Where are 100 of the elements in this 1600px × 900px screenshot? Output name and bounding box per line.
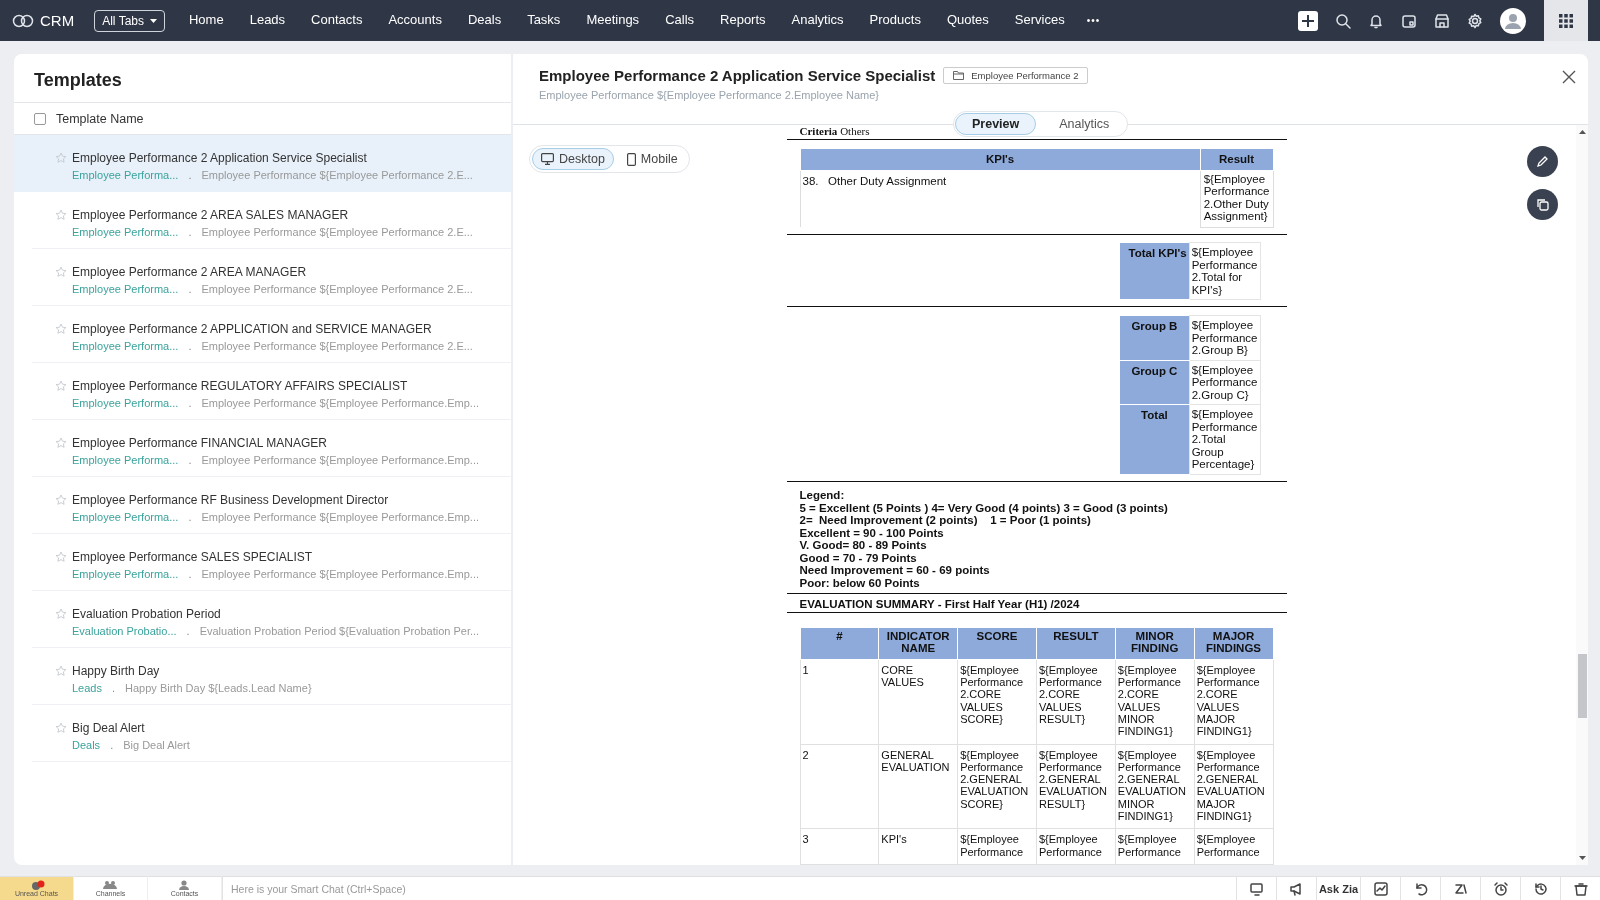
history-icon[interactable]: [1532, 880, 1549, 897]
bell-icon[interactable]: [1368, 12, 1384, 29]
nav-tab[interactable]: Tasks: [527, 9, 561, 32]
close-icon[interactable]: [1562, 70, 1576, 84]
subject-text: Employee Performance ${Employee Performance 2.E...: [201, 340, 473, 352]
screen-icon[interactable]: [1248, 880, 1265, 897]
nav-tab[interactable]: Deals: [467, 9, 502, 32]
section-title: EVALUATION SUMMARY - First Half Year (H1) /2024: [798, 598, 1081, 611]
template-item[interactable]: Employee Performance 2 AREA MANAGER Employee Performa... . Employee Performance ${Employee Performance 2.E...: [32, 249, 511, 306]
column-header: MINOR FINDING: [1115, 627, 1195, 660]
separator-dot: .: [188, 568, 192, 580]
scrollbar-thumb[interactable]: [1577, 654, 1587, 718]
select-all-checkbox[interactable]: [34, 112, 46, 125]
template-title: Employee Performance 2 Application Service Specialist: [539, 67, 936, 84]
column-header: KPI's: [800, 148, 1201, 171]
separator-dot: .: [188, 226, 192, 238]
nav-tab[interactable]: Reports: [720, 9, 766, 32]
nav-tab[interactable]: Services: [1014, 9, 1065, 32]
view-tab[interactable]: Analytics: [1042, 113, 1127, 135]
apps-button[interactable]: [1544, 0, 1588, 41]
chart-icon[interactable]: [1372, 880, 1389, 897]
nav-tab[interactable]: Products: [869, 9, 921, 32]
alarm-icon[interactable]: [1492, 880, 1509, 897]
subject-text: Evaluation Probation Period ${Evaluation Probation Per...: [199, 625, 480, 637]
nav-tab[interactable]: Calls: [665, 9, 695, 32]
template-name: Employee Performance RF Business Development Director: [72, 493, 390, 507]
table-cell: ${Employee Performance 2.CORE VALUES MAJOR FINDING1}: [1194, 659, 1273, 745]
ask-zia-button[interactable]: Ask Zia: [1316, 876, 1360, 900]
folder-icon: [953, 71, 965, 80]
subject-text: Employee Performance ${Employee Performance.Emp...: [201, 454, 479, 466]
table-cell: ${Employee Performance 2.Total for KPI's}: [1189, 242, 1260, 300]
template-item[interactable]: Employee Performance REGULATORY AFFAIRS SPECIALIST Employee Performa... . Employee Performance ${Employee Performance.Emp...: [32, 363, 511, 420]
star-icon[interactable]: [55, 608, 67, 620]
template-item[interactable]: Big Deal Alert Deals . Big Deal Alert: [32, 705, 511, 762]
device-tab[interactable]: Mobile: [617, 148, 687, 170]
calendar-icon[interactable]: [1401, 12, 1417, 29]
more-button[interactable]: •••: [1086, 15, 1101, 26]
scrollbar[interactable]: [1576, 125, 1588, 865]
star-icon[interactable]: [55, 551, 67, 563]
legend-line: V. Good= 80 - 89 Points: [799, 539, 928, 552]
device-tab[interactable]: Desktop: [532, 148, 614, 170]
table-cell: GENERAL EVALUATION: [878, 744, 958, 829]
view-tab[interactable]: Preview: [955, 113, 1037, 135]
settings-icon[interactable]: [1467, 12, 1483, 29]
template-item[interactable]: Happy Birth Day Leads . Happy Birth Day ${Leads.Lead Name}: [32, 648, 511, 705]
star-icon[interactable]: [55, 209, 67, 221]
star-icon[interactable]: [55, 722, 67, 734]
template-name: Big Deal Alert: [72, 721, 146, 735]
table-cell: ${Employee Performance 2.CORE VALUES RESULT}: [1036, 659, 1116, 745]
edit-button[interactable]: [1527, 146, 1558, 177]
nav-tab[interactable]: Meetings: [586, 9, 640, 32]
table-cell: ${Employee Performance 2.Group B}: [1189, 315, 1260, 361]
module-label: Employee Performa...: [72, 283, 179, 295]
star-icon[interactable]: [55, 380, 67, 392]
template-item[interactable]: Employee Performance RF Business Development Director Employee Performa... . Employee Performance ${Employee Performance.Emp...: [32, 477, 511, 534]
star-icon[interactable]: [55, 665, 67, 677]
nav-tab[interactable]: Contacts: [311, 9, 363, 32]
template-name: Evaluation Probation Period: [72, 607, 222, 621]
tag-text: Employee Performance 2: [971, 70, 1079, 81]
separator-dot: .: [188, 397, 192, 409]
star-icon[interactable]: [55, 152, 67, 164]
star-icon[interactable]: [55, 437, 67, 449]
nav-tab[interactable]: Quotes: [946, 9, 989, 32]
copy-button[interactable]: [1527, 189, 1558, 220]
legend-line: Need Improvement = 60 - 69 points: [799, 564, 991, 577]
separator-dot: .: [110, 739, 114, 751]
module-label: Employee Performa...: [72, 511, 179, 523]
template-name: Employee Performance SALES SPECIALIST: [72, 550, 314, 564]
scroll-down-icon[interactable]: [1578, 856, 1586, 860]
subject-text: Employee Performance ${Employee Performance 2.Employee Name}: [539, 89, 880, 101]
star-icon[interactable]: [55, 494, 67, 506]
nav-tab[interactable]: Leads: [249, 9, 286, 32]
template-item[interactable]: Employee Performance 2 Application Service Specialist Employee Performa... . Employee Performance ${Employee Performance 2.E...: [14, 135, 511, 192]
nav-tab[interactable]: Accounts: [388, 9, 442, 32]
template-item[interactable]: Employee Performance SALES SPECIALIST Employee Performa... . Employee Performance ${Employee Performance.Emp...: [32, 534, 511, 591]
star-icon[interactable]: [55, 266, 67, 278]
template-item[interactable]: Employee Performance FINANCIAL MANAGER Employee Performa... . Employee Performance ${Employee Performance.Emp...: [32, 420, 511, 477]
legend-line: 2= Need Improvement (2 points) 1 = Poor (1 points): [799, 514, 1092, 527]
table-cell: 38. Other Duty Assignment: [800, 170, 1201, 228]
logo-icon: [12, 13, 34, 28]
nav-tab[interactable]: Analytics: [791, 9, 844, 32]
panel-title: Templates: [14, 54, 511, 103]
store-icon[interactable]: [1434, 12, 1450, 29]
star-icon[interactable]: [55, 323, 67, 335]
all-tabs-button[interactable]: All Tabs: [94, 9, 165, 32]
search-icon[interactable]: [1335, 12, 1351, 29]
scroll-up-icon[interactable]: [1578, 130, 1586, 134]
nav-tab[interactable]: Home: [189, 9, 224, 32]
template-name: Employee Performance REGULATORY AFFAIRS SPECIALIST: [72, 379, 409, 393]
template-item[interactable]: Employee Performance 2 AREA SALES MANAGER Employee Performa... . Employee Performance ${Employee Performance 2.E...: [32, 192, 511, 249]
template-item[interactable]: Employee Performance 2 APPLICATION and SERVICE MANAGER Employee Performa... . Employee Performance ${Employee Performance 2.E...: [32, 306, 511, 363]
separator-dot: .: [188, 511, 192, 523]
avatar-icon[interactable]: [1500, 7, 1526, 34]
bin-icon[interactable]: [1572, 880, 1589, 897]
add-icon[interactable]: [1298, 10, 1318, 31]
criteria-text: Criteria Others: [798, 126, 871, 137]
table-cell: ${Employee Performance 2.GENERAL EVALUATION MAJOR FINDING1}: [1194, 744, 1273, 829]
smart-chat-field[interactable]: Here is your Smart Chat (Ctrl+Space): [222, 876, 1236, 900]
template-item[interactable]: Evaluation Probation Period Evaluation Probatio... . Evaluation Probation Period ${Evaluation Probation Per...: [32, 591, 511, 648]
legend-line: Poor: below 60 Points: [799, 576, 921, 590]
